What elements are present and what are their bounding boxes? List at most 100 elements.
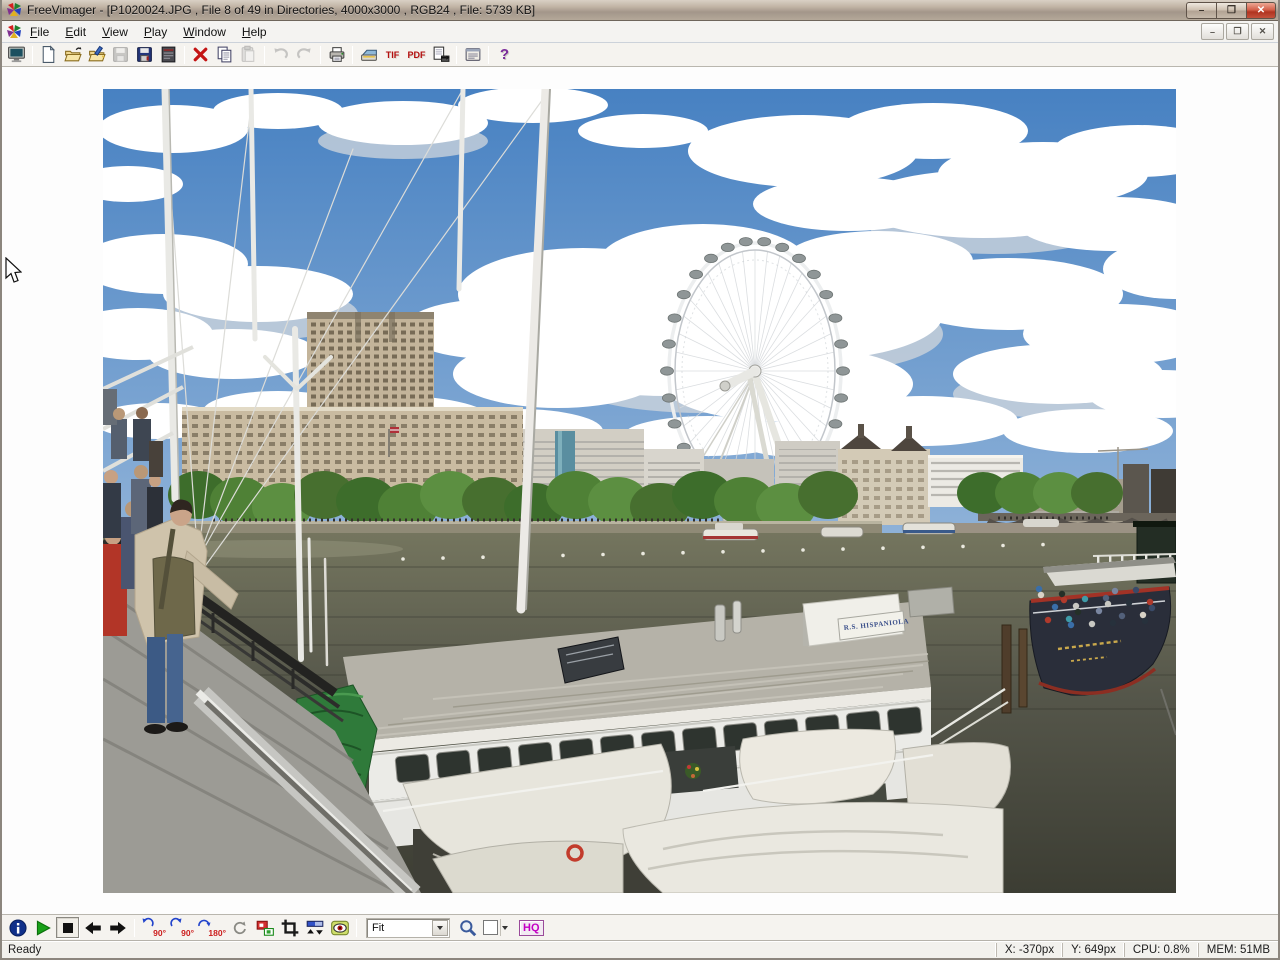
save-icon xyxy=(111,45,130,64)
open-button[interactable] xyxy=(61,44,84,65)
status-y-coordinate: Y: 649px xyxy=(1062,943,1124,957)
batch-button[interactable] xyxy=(461,44,484,65)
toolbar-separator xyxy=(184,46,185,64)
minimize-button[interactable]: – xyxy=(1186,2,1216,19)
photo-p1020024: R.S. HISPANIOLA R. S. HISPANIOLA xyxy=(103,89,1176,893)
save-as-icon xyxy=(135,45,154,64)
scan-email-icon xyxy=(431,45,451,64)
background-color-picker[interactable] xyxy=(483,919,509,936)
menu-edit[interactable]: Edit xyxy=(57,23,94,41)
browse-folder-icon xyxy=(87,45,107,64)
free-rotate-button[interactable] xyxy=(228,917,251,938)
red-eye-icon xyxy=(330,918,350,938)
mdi-minimize-icon: – xyxy=(1210,27,1215,37)
help-icon: ? xyxy=(500,46,509,63)
help-button[interactable]: ? xyxy=(493,44,516,65)
menu-help[interactable]: Help xyxy=(234,23,275,41)
paste-button[interactable] xyxy=(237,44,260,65)
restore-icon: ❐ xyxy=(1227,5,1236,16)
resize-button[interactable] xyxy=(253,917,276,938)
copy-icon xyxy=(215,45,234,64)
toolbar-separator xyxy=(352,46,353,64)
image-canvas[interactable]: R.S. HISPANIOLA R. S. HISPANIOLA xyxy=(2,67,1278,914)
undo-icon xyxy=(271,45,290,64)
zoom-tool-button[interactable] xyxy=(456,917,479,938)
scanner-icon xyxy=(359,45,379,64)
restore-button[interactable]: ❐ xyxy=(1216,2,1246,19)
close-button[interactable]: ✕ xyxy=(1246,2,1276,19)
zoom-select[interactable]: Fit xyxy=(366,918,450,938)
scan-button[interactable] xyxy=(357,44,380,65)
stop-button[interactable] xyxy=(56,917,79,938)
crop-icon xyxy=(280,918,300,938)
paste-icon xyxy=(239,45,258,64)
toolbar-separator xyxy=(488,46,489,64)
rotate-right-label: 90° xyxy=(181,928,194,938)
playback-toolbar: 90° 90° 180° Fit HQ xyxy=(2,914,1278,940)
red-eye-button[interactable] xyxy=(328,917,351,938)
mdi-restore-button[interactable]: ❐ xyxy=(1226,23,1249,40)
toolbar-separator xyxy=(356,919,357,937)
magnifier-icon xyxy=(458,918,478,938)
mdi-close-button[interactable]: ✕ xyxy=(1251,23,1274,40)
print-button[interactable] xyxy=(325,44,348,65)
levels-button[interactable] xyxy=(303,917,326,938)
dark-pdf-icon xyxy=(159,45,178,64)
status-message: Ready xyxy=(2,944,996,956)
free-rotate-icon xyxy=(231,919,249,937)
save-pdf-button[interactable] xyxy=(157,44,180,65)
rotate-left-button[interactable]: 90° xyxy=(140,917,166,938)
toolbar-separator xyxy=(134,919,135,937)
previous-button[interactable] xyxy=(81,917,104,938)
scan-to-tif-button[interactable]: TIF xyxy=(381,44,404,65)
scan-to-pdf-button[interactable]: PDF xyxy=(405,44,428,65)
mdi-minimize-button[interactable]: – xyxy=(1201,23,1224,40)
crop-button[interactable] xyxy=(278,917,301,938)
save-button[interactable] xyxy=(109,44,132,65)
menu-play[interactable]: Play xyxy=(136,23,175,41)
save-as-button[interactable] xyxy=(133,44,156,65)
status-memory-usage: MEM: 51MB xyxy=(1198,943,1278,957)
undo-button[interactable] xyxy=(269,44,292,65)
print-icon xyxy=(327,45,347,64)
delete-button[interactable] xyxy=(189,44,212,65)
rotate-right-button[interactable]: 90° xyxy=(168,917,194,938)
chevron-down-icon xyxy=(437,926,443,930)
rotate-180-label: 180° xyxy=(208,928,226,938)
title-bar[interactable]: FreeVimager - [P1020024.JPG , File 8 of … xyxy=(2,0,1278,21)
app-logo-icon xyxy=(6,2,22,18)
menu-view[interactable]: View xyxy=(94,23,136,41)
browse-button[interactable] xyxy=(85,44,108,65)
menu-window[interactable]: Window xyxy=(175,23,234,41)
close-icon: ✕ xyxy=(1257,5,1265,16)
next-button[interactable] xyxy=(106,917,129,938)
high-quality-toggle[interactable]: HQ xyxy=(519,920,544,936)
zoom-select-arrow[interactable] xyxy=(432,920,448,936)
arrow-left-icon xyxy=(83,918,103,938)
play-button[interactable] xyxy=(31,917,54,938)
mdi-restore-icon: ❐ xyxy=(1233,26,1241,37)
stop-icon xyxy=(58,918,78,938)
status-x-coordinate: X: -370px xyxy=(996,943,1062,957)
new-file-icon xyxy=(39,45,58,64)
play-icon xyxy=(33,918,53,938)
window-title: FreeVimager - [P1020024.JPG , File 8 of … xyxy=(27,3,535,17)
info-button[interactable] xyxy=(6,917,29,938)
copy-button[interactable] xyxy=(213,44,236,65)
window-controls: – ❐ ✕ xyxy=(1186,2,1276,19)
rotate-left-label: 90° xyxy=(153,928,166,938)
rotate-180-button[interactable]: 180° xyxy=(196,917,226,938)
background-color-swatch[interactable] xyxy=(483,920,498,935)
new-button[interactable] xyxy=(37,44,60,65)
delete-x-icon xyxy=(191,45,210,64)
fullscreen-button[interactable] xyxy=(5,44,28,65)
background-color-arrow[interactable] xyxy=(500,919,509,936)
toolbar-separator xyxy=(320,46,321,64)
menu-file[interactable]: File xyxy=(22,23,57,41)
levels-icon xyxy=(305,918,325,938)
zoom-select-value: Fit xyxy=(367,922,432,934)
main-toolbar: TIF PDF ? xyxy=(2,43,1278,67)
redo-button[interactable] xyxy=(293,44,316,65)
monitor-icon xyxy=(7,45,26,64)
scan-to-email-button[interactable] xyxy=(429,44,452,65)
